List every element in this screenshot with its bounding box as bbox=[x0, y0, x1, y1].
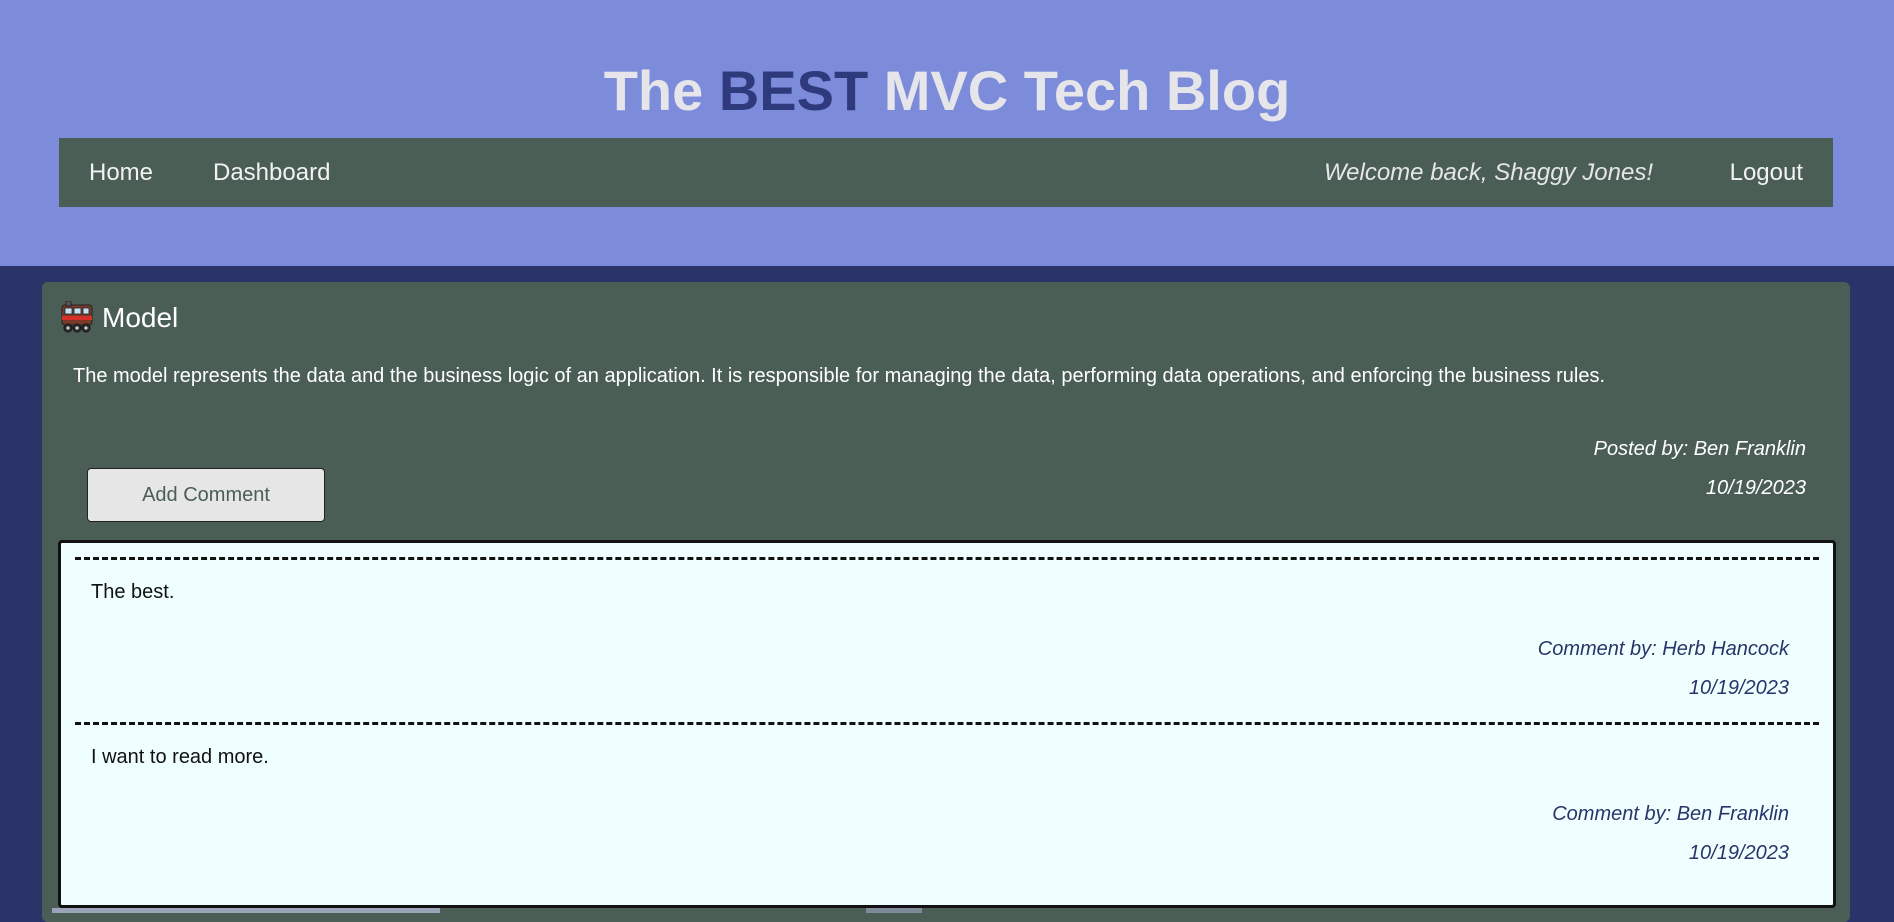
navbar: Home Dashboard Welcome back, Shaggy Jone… bbox=[59, 138, 1833, 207]
comment-item: I want to read more. Comment by: Ben Fra… bbox=[75, 722, 1819, 889]
comment-text: I want to read more. bbox=[91, 746, 269, 768]
comment-text: The best. bbox=[91, 581, 175, 603]
post-card: Model The model represents the data and … bbox=[42, 282, 1850, 922]
add-comment-button[interactable]: Add Comment bbox=[87, 468, 325, 522]
site-title-suffix: MVC Tech Blog bbox=[868, 59, 1291, 122]
comment-date: 10/19/2023 bbox=[1688, 842, 1789, 864]
post-meta: Posted by: Ben Franklin 10/19/2023 bbox=[1594, 430, 1806, 508]
comment-author: Comment by: Ben Franklin bbox=[1552, 803, 1789, 825]
comments-section: The best. Comment by: Herb Hancock 10/19… bbox=[58, 540, 1836, 908]
nav-dashboard-link[interactable]: Dashboard bbox=[213, 138, 330, 207]
next-card-edge bbox=[52, 908, 440, 913]
site-title-accent: BEST bbox=[718, 59, 869, 122]
welcome-message: Welcome back, Shaggy Jones! bbox=[1323, 159, 1653, 186]
comment-meta: Comment by: Herb Hancock 10/19/2023 bbox=[1538, 630, 1789, 708]
nav-logout-link[interactable]: Logout bbox=[1730, 138, 1803, 207]
comment-item: The best. Comment by: Herb Hancock 10/19… bbox=[75, 557, 1819, 724]
post-title: Model bbox=[102, 302, 179, 333]
post-body: The model represents the data and the bu… bbox=[73, 365, 1606, 387]
comment-meta: Comment by: Ben Franklin 10/19/2023 bbox=[1552, 795, 1789, 873]
site-title: The BEST MVC Tech Blog bbox=[0, 58, 1894, 124]
post-date: 10/19/2023 bbox=[1705, 477, 1806, 499]
comment-author: Comment by: Herb Hancock bbox=[1537, 638, 1789, 660]
site-header: The BEST MVC Tech Blog Home Dashboard We… bbox=[0, 0, 1894, 266]
next-card-edge bbox=[866, 908, 922, 913]
comment-date: 10/19/2023 bbox=[1688, 677, 1789, 699]
site-title-prefix: The bbox=[603, 59, 719, 122]
nav-home-link[interactable]: Home bbox=[89, 138, 153, 207]
train-icon bbox=[60, 300, 94, 333]
post-author: Posted by: Ben Franklin bbox=[1593, 438, 1806, 460]
